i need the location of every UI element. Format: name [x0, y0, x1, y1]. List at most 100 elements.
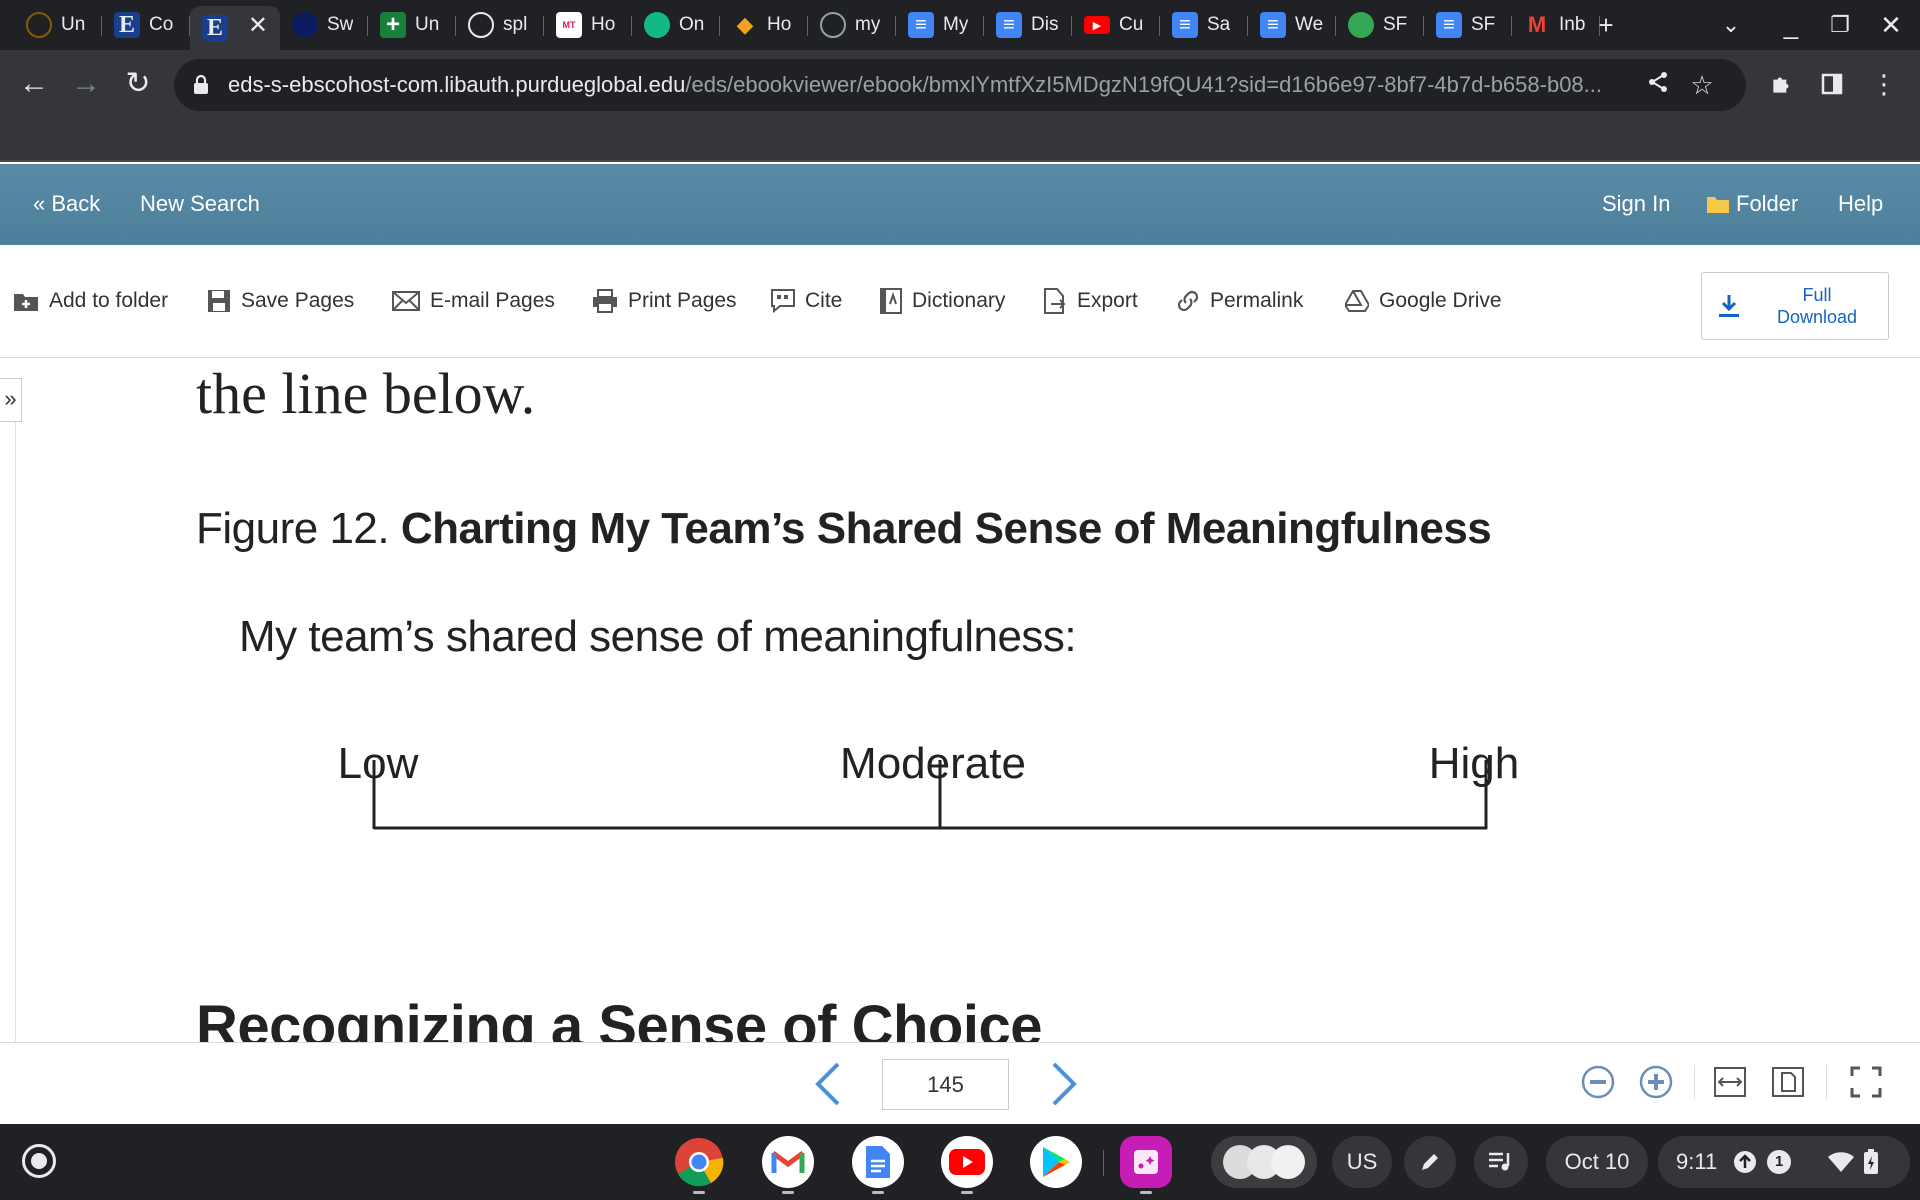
tab-title: Un [415, 14, 440, 35]
browser-tab[interactable]: t On [632, 6, 720, 44]
fit-width-icon[interactable] [1710, 1062, 1750, 1102]
close-window-button[interactable]: ✕ [1873, 8, 1909, 42]
cite-button[interactable]: Cite [771, 281, 842, 321]
notification-count-badge: 1 [1767, 1150, 1792, 1174]
youtube-app-icon[interactable] [941, 1136, 993, 1194]
status-tray[interactable]: 9:11 1 [1658, 1136, 1910, 1188]
restore-window-button[interactable]: ❐ [1822, 8, 1858, 42]
permalink-label: Permalink [1210, 289, 1304, 312]
zoom-out-icon[interactable] [1578, 1062, 1618, 1102]
scale-label-moderate: Moderate [840, 739, 1026, 788]
full-download-button[interactable]: Full Download [1701, 272, 1889, 340]
browser-tab[interactable]: ▶ Cu [1072, 6, 1160, 44]
address-bar[interactable]: eds-s-ebscohost-com.libauth.purdueglobal… [174, 59, 1746, 111]
export-button[interactable]: Export [1043, 281, 1138, 321]
tab-search-chevron-icon[interactable]: ⌄ [1713, 8, 1749, 42]
figure-question: My team’s shared sense of meaningfulness… [239, 612, 1077, 661]
ebsco-e-icon: E [114, 12, 140, 38]
forward-arrow-icon[interactable]: → [66, 64, 106, 104]
reload-icon[interactable]: ↻ [118, 64, 158, 104]
docs-icon: ≡ [1260, 12, 1286, 38]
section-heading: Recognizing a Sense of Choice [196, 994, 1042, 1042]
new-tab-button[interactable]: + [1588, 8, 1624, 42]
help-link[interactable]: Help [1838, 191, 1883, 217]
browser-menu-icon[interactable]: ⋮ [1864, 64, 1904, 104]
holding-space-thumbnails[interactable] [1211, 1136, 1317, 1188]
share-icon[interactable] [1638, 65, 1678, 105]
browser-tab[interactable]: Sw [280, 6, 368, 44]
folder-add-icon [14, 294, 38, 311]
figure-label: Figure 12. [196, 504, 401, 553]
close-tab-icon[interactable]: ✕ [248, 11, 268, 40]
browser-tab[interactable]: MT Ho [544, 6, 632, 44]
google-drive-button[interactable]: Google Drive [1345, 281, 1502, 321]
gmail-app-icon[interactable] [762, 1136, 814, 1194]
browser-tab[interactable]: spl [456, 6, 544, 44]
ebook-action-toolbar: Add to folder Save Pages E-mail Pages Pr… [0, 245, 1920, 358]
browser-tab[interactable]: ≡ Dis [984, 6, 1072, 44]
fit-page-icon[interactable] [1768, 1062, 1808, 1102]
print-pages-button[interactable]: Print Pages [592, 281, 737, 321]
expand-sidebar-chevron-icon[interactable]: » [0, 378, 22, 422]
google-drive-label: Google Drive [1379, 289, 1502, 312]
ebook-page-viewer[interactable]: » the line below. Figure 12. Charting My… [0, 358, 1920, 1042]
save-pages-button[interactable]: Save Pages [207, 281, 354, 321]
tab-title: spl [503, 14, 528, 35]
back-link[interactable]: « Back [33, 191, 100, 217]
page-navigation-bar: 145 [0, 1042, 1920, 1124]
browser-tab[interactable]: M Inb [1512, 6, 1600, 44]
email-pages-button[interactable]: E-mail Pages [392, 281, 555, 321]
browser-toolbar: ← → ↻ eds-s-ebscohost-com.libauth.purdue… [0, 50, 1920, 162]
tab-title: Ho [591, 14, 616, 35]
browser-tab[interactable]: ◆ Ho [720, 6, 808, 44]
stylus-pen-icon[interactable] [1404, 1136, 1456, 1188]
chrome-app-icon[interactable] [673, 1136, 725, 1194]
browser-tab[interactable]: Un [14, 6, 102, 44]
play-store-app-icon[interactable] [1030, 1136, 1082, 1188]
tab-title: My [943, 14, 969, 35]
browser-tab[interactable]: ➚ SF [1336, 6, 1424, 44]
docs-icon: ≡ [996, 12, 1022, 38]
dictionary-label: Dictionary [912, 289, 1006, 312]
export-icon [1044, 288, 1066, 314]
battery-charging-icon [1864, 1149, 1879, 1174]
browser-tab[interactable]: ≡ My [896, 6, 984, 44]
email-pages-label: E-mail Pages [430, 289, 555, 312]
cite-label: Cite [805, 289, 843, 312]
figure-caption: Figure 12. Charting My Team’s Shared Sen… [196, 504, 1492, 554]
sidebar-divider [15, 422, 16, 1042]
gallery-app-icon[interactable] [1120, 1136, 1172, 1194]
dictionary-button[interactable]: Dictionary [880, 281, 1005, 321]
bookmark-star-icon[interactable]: ☆ [1678, 65, 1726, 105]
back-arrow-icon[interactable]: ← [14, 64, 54, 104]
minimize-window-button[interactable]: _ [1773, 8, 1809, 42]
fullscreen-icon[interactable] [1846, 1062, 1886, 1102]
browser-tab[interactable]: ≡ Sa [1160, 6, 1248, 44]
browser-tab[interactable]: ≡ We [1248, 6, 1336, 44]
globe-gray-icon [820, 12, 846, 38]
browser-tab[interactable]: + Un [368, 6, 456, 44]
next-page-chevron-icon[interactable] [1046, 1060, 1082, 1108]
permalink-button[interactable]: Permalink [1176, 281, 1303, 321]
browser-tab[interactable]: my [808, 6, 896, 44]
previous-page-chevron-icon[interactable] [810, 1060, 846, 1108]
page-number-input[interactable]: 145 [882, 1059, 1009, 1110]
browser-tab[interactable]: ≡ SF [1424, 6, 1512, 44]
browser-tab[interactable]: E Co [102, 6, 190, 44]
keyboard-layout-indicator[interactable]: US [1332, 1136, 1392, 1188]
launcher-icon[interactable] [22, 1144, 56, 1178]
google-docs-app-icon[interactable] [852, 1136, 904, 1194]
media-controls-icon[interactable] [1474, 1136, 1528, 1188]
folder-link[interactable]: Folder [1706, 191, 1798, 217]
tab-active[interactable]: E ✕ [190, 6, 280, 50]
zoom-in-icon[interactable] [1636, 1062, 1676, 1102]
lock-icon [194, 74, 208, 94]
extensions-puzzle-icon[interactable] [1762, 64, 1802, 104]
cite-quote-icon [771, 289, 795, 313]
docs-icon: ≡ [1436, 12, 1462, 38]
side-panel-icon[interactable] [1812, 64, 1852, 104]
date-tray[interactable]: Oct 10 [1546, 1136, 1648, 1188]
sign-in-link[interactable]: Sign In [1602, 191, 1671, 217]
add-to-folder-button[interactable]: Add to folder [13, 281, 168, 321]
new-search-link[interactable]: New Search [140, 191, 260, 217]
